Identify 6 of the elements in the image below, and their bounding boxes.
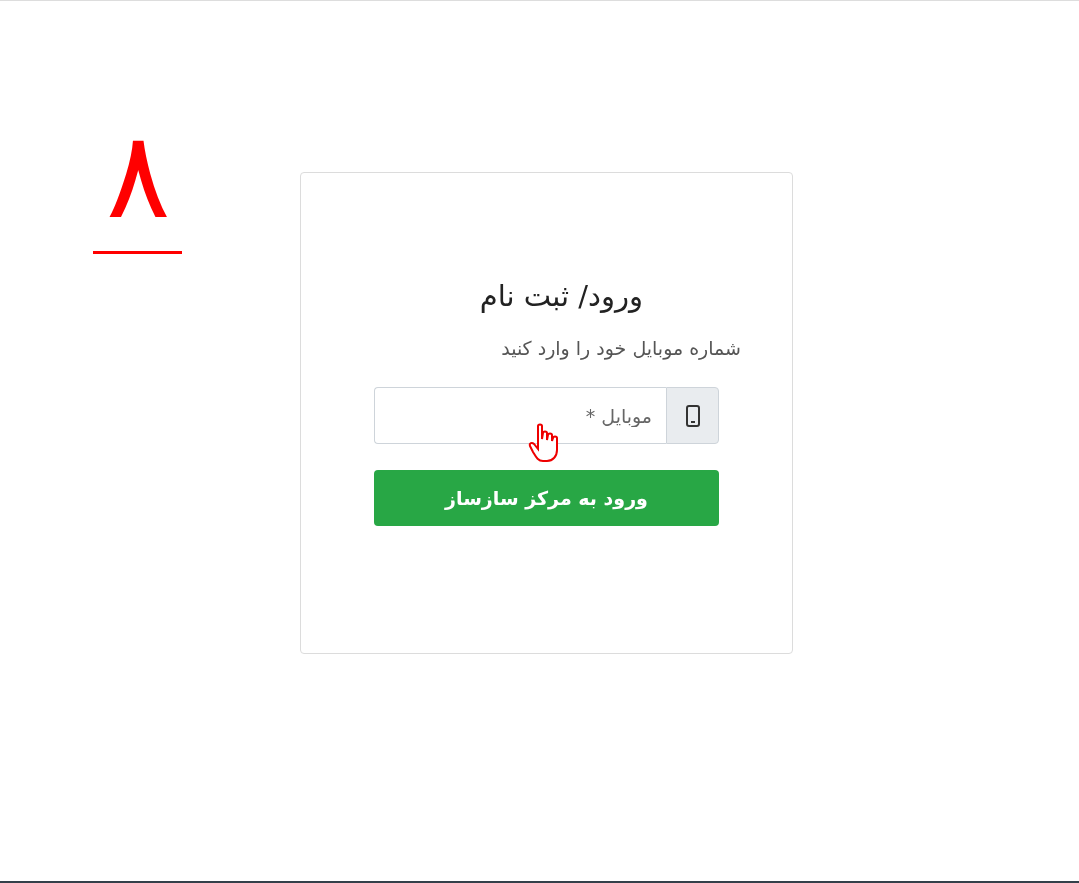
step-number: ۸ — [93, 101, 182, 254]
phone-icon — [685, 404, 700, 427]
mobile-field[interactable]: موبایل * — [374, 387, 666, 444]
instruction-text: شماره موبایل خود را وارد کنید — [500, 337, 741, 359]
login-button[interactable]: ورود به مرکز سازساز — [374, 470, 719, 526]
card-title: ورود/ ثبت نام — [479, 279, 643, 313]
